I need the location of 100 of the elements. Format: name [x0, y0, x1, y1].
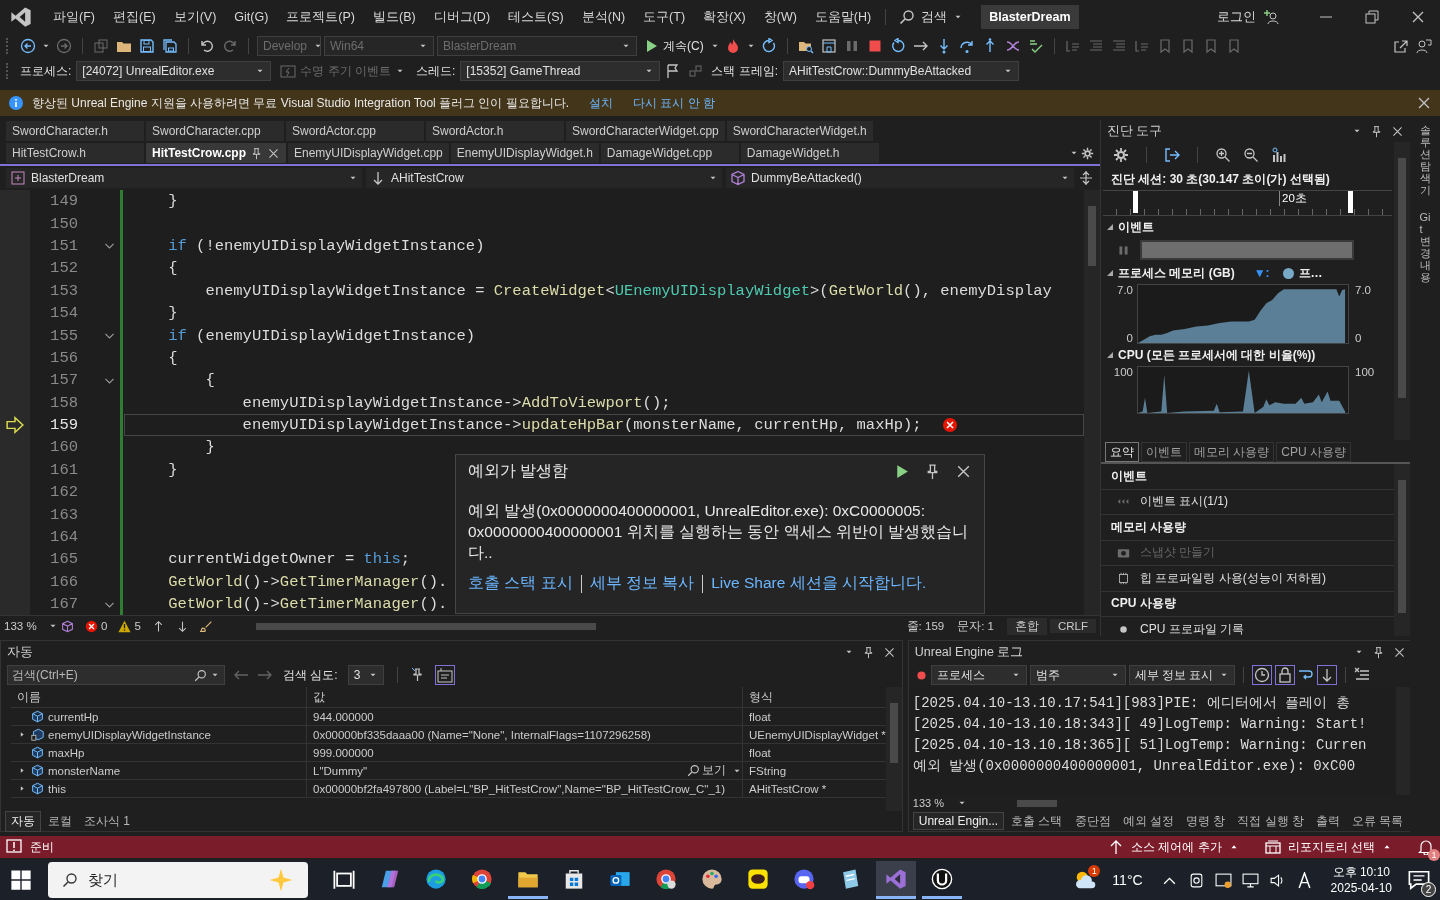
diagnostics-tab[interactable]: CPU 사용량: [1276, 442, 1351, 462]
toolbar-grip[interactable]: [6, 63, 11, 79]
redo-icon[interactable]: [222, 38, 238, 54]
repository-button[interactable]: 리포지토리 선택: [1264, 838, 1392, 856]
line-position[interactable]: 줄: 159: [906, 618, 945, 634]
memory-filter[interactable]: ▼:: [1253, 266, 1270, 280]
document-tab[interactable]: SwordActor.h: [426, 121, 564, 141]
close-icon[interactable]: [955, 463, 972, 480]
panel-tab[interactable]: 직접 실행 창: [1232, 811, 1309, 831]
panel-tab[interactable]: 조사식 1: [79, 811, 135, 831]
clock[interactable]: 오후 10:10 2025-04-10: [1330, 864, 1392, 896]
scrollbar-thumb[interactable]: [1088, 206, 1096, 266]
menu-item[interactable]: 도움말(H): [805, 8, 881, 26]
share-icon[interactable]: [1393, 38, 1409, 54]
exception-link[interactable]: 세부 정보 복사: [589, 573, 695, 594]
class-dropdown[interactable]: AHitTestCrow: [366, 168, 722, 188]
summary-link[interactable]: CPU 프로파일 기록: [1140, 620, 1244, 636]
filter-dropdown[interactable]: 프로세스: [930, 665, 1027, 685]
panel-tab[interactable]: 출력: [1310, 811, 1345, 831]
menu-item[interactable]: 프로젝트(P): [277, 8, 364, 26]
menu-item[interactable]: 파일(F): [44, 8, 104, 26]
clear-list-icon[interactable]: [1353, 667, 1370, 683]
clock-icon[interactable]: [1251, 665, 1272, 685]
save-icon[interactable]: [139, 38, 155, 54]
collapse-triangle-icon[interactable]: [1107, 270, 1113, 276]
source-control-button[interactable]: 소스 제어에 추가: [1108, 838, 1239, 856]
restore-icon[interactable]: [1364, 9, 1380, 25]
scrollbar-thumb[interactable]: [1398, 480, 1406, 613]
scrollbar[interactable]: [1394, 142, 1410, 440]
window-icon[interactable]: [820, 38, 837, 54]
document-tab[interactable]: SwordCharacter.h: [6, 121, 144, 141]
scrollbar-thumb[interactable]: [889, 703, 898, 763]
warning-count[interactable]: 5: [134, 620, 141, 632]
sign-in-link[interactable]: 로그인: [1217, 8, 1256, 26]
toolbar-grip[interactable]: [6, 38, 11, 54]
notification-icon[interactable]: [1408, 869, 1430, 891]
exit-arrow-icon[interactable]: [1164, 147, 1180, 163]
warning-icon[interactable]: [118, 619, 132, 633]
document-tab[interactable]: EnemyUIDisplayWidget.h: [450, 143, 599, 163]
close-icon[interactable]: [882, 645, 896, 659]
member-dropdown[interactable]: DummyBeAttacked(): [726, 168, 1074, 188]
close-icon[interactable]: [1416, 95, 1432, 111]
temperature[interactable]: 11°C: [1112, 872, 1143, 888]
project-dropdown[interactable]: BlasterDream: [6, 168, 362, 188]
column-header[interactable]: 값: [307, 687, 743, 707]
menu-item[interactable]: 테스트(S): [499, 8, 573, 26]
menu-item[interactable]: 보기(V): [164, 8, 226, 26]
side-tab[interactable]: Git 변경 내용: [1419, 210, 1431, 284]
bell-icon[interactable]: [1418, 839, 1434, 855]
column-header[interactable]: 형식: [743, 687, 886, 707]
crossed-arrows-icon[interactable]: [1004, 38, 1021, 54]
scrollbar-thumb[interactable]: [1398, 158, 1406, 398]
document-tab[interactable]: SwordCharacterWidget.h: [726, 121, 873, 141]
depth-dropdown[interactable]: 3: [347, 665, 384, 685]
pin-icon[interactable]: [250, 146, 263, 160]
visualizer-button[interactable]: 보기: [687, 763, 726, 778]
bar-chart-icon[interactable]: [1271, 147, 1287, 163]
lock-icon[interactable]: [1274, 665, 1295, 685]
line-ending-mode[interactable]: CRLF: [1049, 619, 1096, 633]
continue-button[interactable]: 계속(C): [640, 37, 707, 55]
scrollbar[interactable]: [1084, 190, 1100, 615]
diagnostics-tab[interactable]: 요약: [1105, 442, 1139, 462]
diagnostics-tab[interactable]: 메모리 사용량: [1189, 442, 1275, 462]
network-icon[interactable]: [1241, 871, 1259, 889]
brush-icon[interactable]: [199, 619, 213, 633]
collapse-triangle-icon[interactable]: [1107, 224, 1113, 230]
close-icon[interactable]: [1410, 9, 1426, 25]
split-view-icon[interactable]: [1078, 170, 1094, 186]
panel-tab[interactable]: 명령 창: [1180, 811, 1231, 831]
panel-tab[interactable]: 자동: [5, 810, 41, 832]
menu-item[interactable]: 분석(N): [572, 8, 635, 26]
settings-icon[interactable]: [1081, 146, 1094, 160]
menu-item[interactable]: 창(W): [754, 8, 806, 26]
column-header[interactable]: 이름: [11, 687, 307, 707]
stack-frame-dropdown[interactable]: AHitTestCrow::DummyBeAttacked: [783, 61, 1020, 81]
scrollbar-thumb[interactable]: [1016, 799, 1057, 807]
record-icon[interactable]: [914, 668, 928, 682]
step-over-icon[interactable]: [958, 38, 975, 54]
add-person-icon[interactable]: [1264, 9, 1280, 25]
panel-tab[interactable]: 호출 스택: [1006, 811, 1068, 831]
menu-item[interactable]: 편집(E): [103, 8, 165, 26]
thread-dropdown[interactable]: [15352] GameThread: [460, 61, 661, 81]
scrollbar[interactable]: [885, 687, 902, 811]
windows-logo-icon[interactable]: [10, 869, 32, 891]
restart-icon[interactable]: [889, 38, 906, 54]
taskbar-search-field[interactable]: 찾기: [48, 862, 308, 898]
document-tab[interactable]: DamageWidget.cpp: [600, 143, 739, 163]
zoom-in-icon[interactable]: [1215, 147, 1231, 163]
pause-icon[interactable]: [1117, 243, 1130, 257]
pen-tablet-icon[interactable]: [1214, 871, 1232, 889]
save-all-icon[interactable]: [162, 38, 178, 54]
side-tab[interactable]: 솔루션 탐색기: [1419, 124, 1431, 197]
circular-arrow-icon[interactable]: [760, 38, 777, 54]
zoom-dropdown[interactable]: 133 %: [912, 797, 967, 809]
panel-tab[interactable]: 오류 목록: [1346, 811, 1409, 831]
panel-tab[interactable]: 로컬: [43, 811, 77, 831]
diagnostics-tab[interactable]: 이벤트: [1141, 442, 1187, 462]
menu-item[interactable]: Git(G): [225, 10, 278, 24]
zoom-dropdown[interactable]: 133 %: [4, 620, 58, 632]
filter-dropdown[interactable]: 세부 정보 표시: [1128, 665, 1235, 685]
